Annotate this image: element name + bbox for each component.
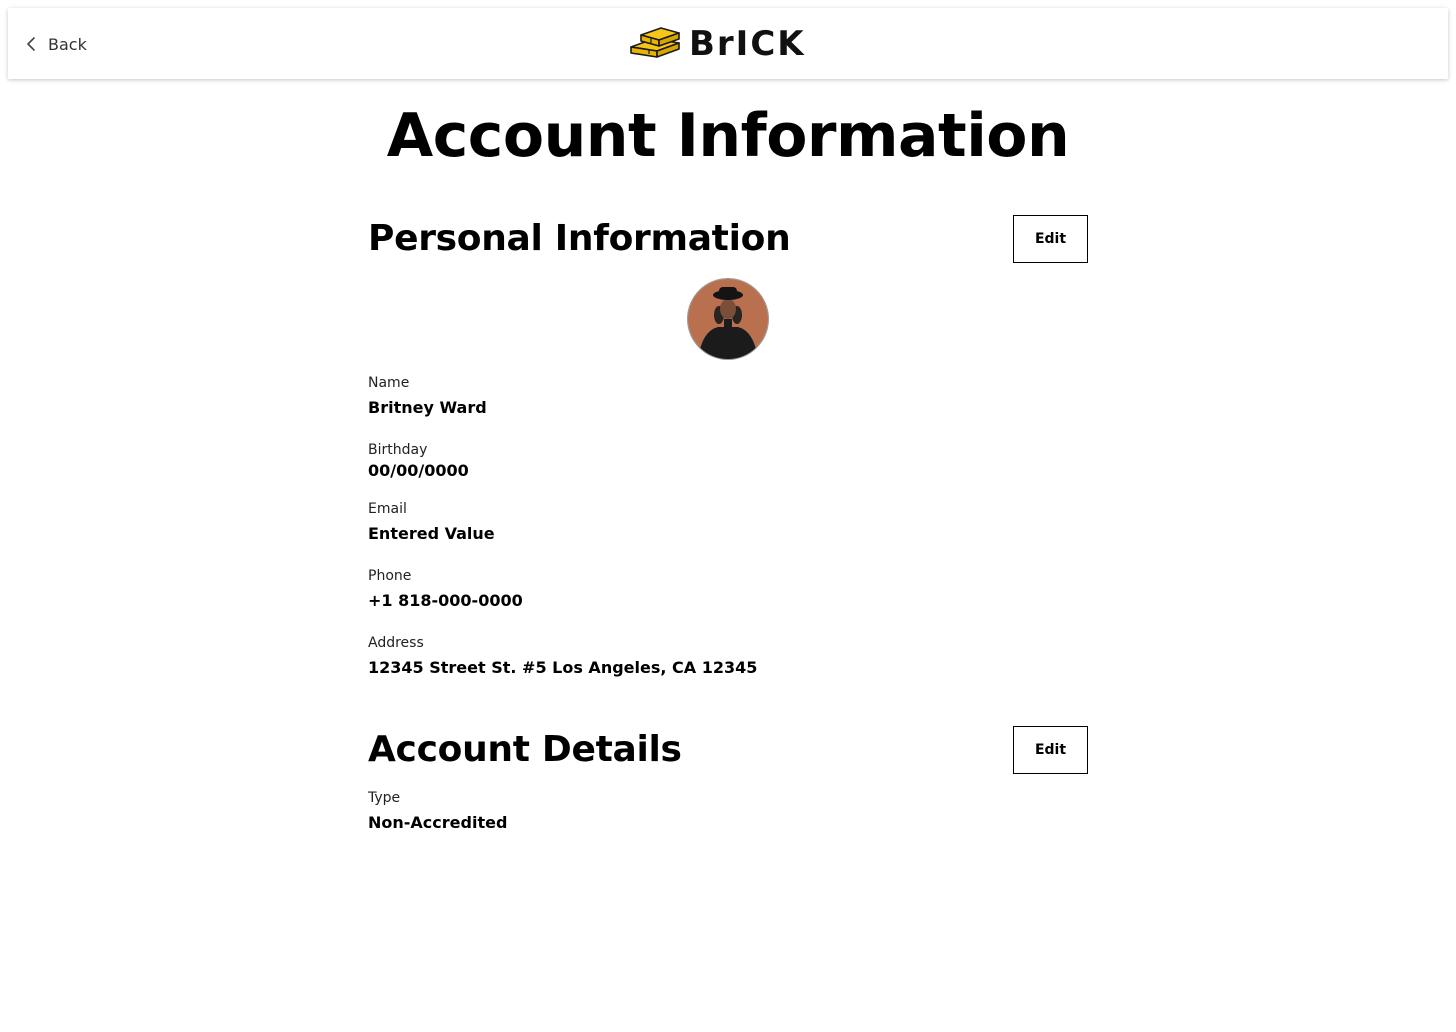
back-label: Back: [48, 34, 87, 54]
personal-information-heading: Personal Information: [368, 218, 791, 259]
edit-personal-information-button[interactable]: Edit: [1013, 215, 1088, 263]
address-label: Address: [368, 635, 424, 651]
type-label: Type: [368, 790, 401, 806]
top-navigation-bar: Back BrICK: [8, 8, 1448, 79]
birthday-value: 00/00/0000: [368, 461, 469, 480]
page-title: Account Information: [386, 101, 1070, 171]
name-value: Britney Ward: [368, 398, 487, 417]
chevron-left-icon: [26, 36, 36, 52]
phone-value: +1 818-000-0000: [368, 591, 523, 610]
edit-account-details-button[interactable]: Edit: [1013, 726, 1088, 774]
brick-logo: BrICK: [629, 26, 806, 62]
email-value: Entered Value: [368, 524, 495, 543]
birthday-label: Birthday: [368, 442, 428, 458]
email-label: Email: [368, 501, 407, 517]
brick-stack-icon: [629, 25, 681, 63]
name-label: Name: [368, 375, 410, 391]
avatar: [688, 279, 768, 359]
type-value: Non-Accredited: [368, 813, 508, 832]
phone-label: Phone: [368, 568, 412, 584]
account-details-heading: Account Details: [368, 729, 682, 770]
address-value: 12345 Street St. #5 Los Angeles, CA 1234…: [368, 658, 758, 677]
back-button[interactable]: Back: [26, 32, 87, 56]
logo-wordmark: BrICK: [689, 24, 806, 64]
